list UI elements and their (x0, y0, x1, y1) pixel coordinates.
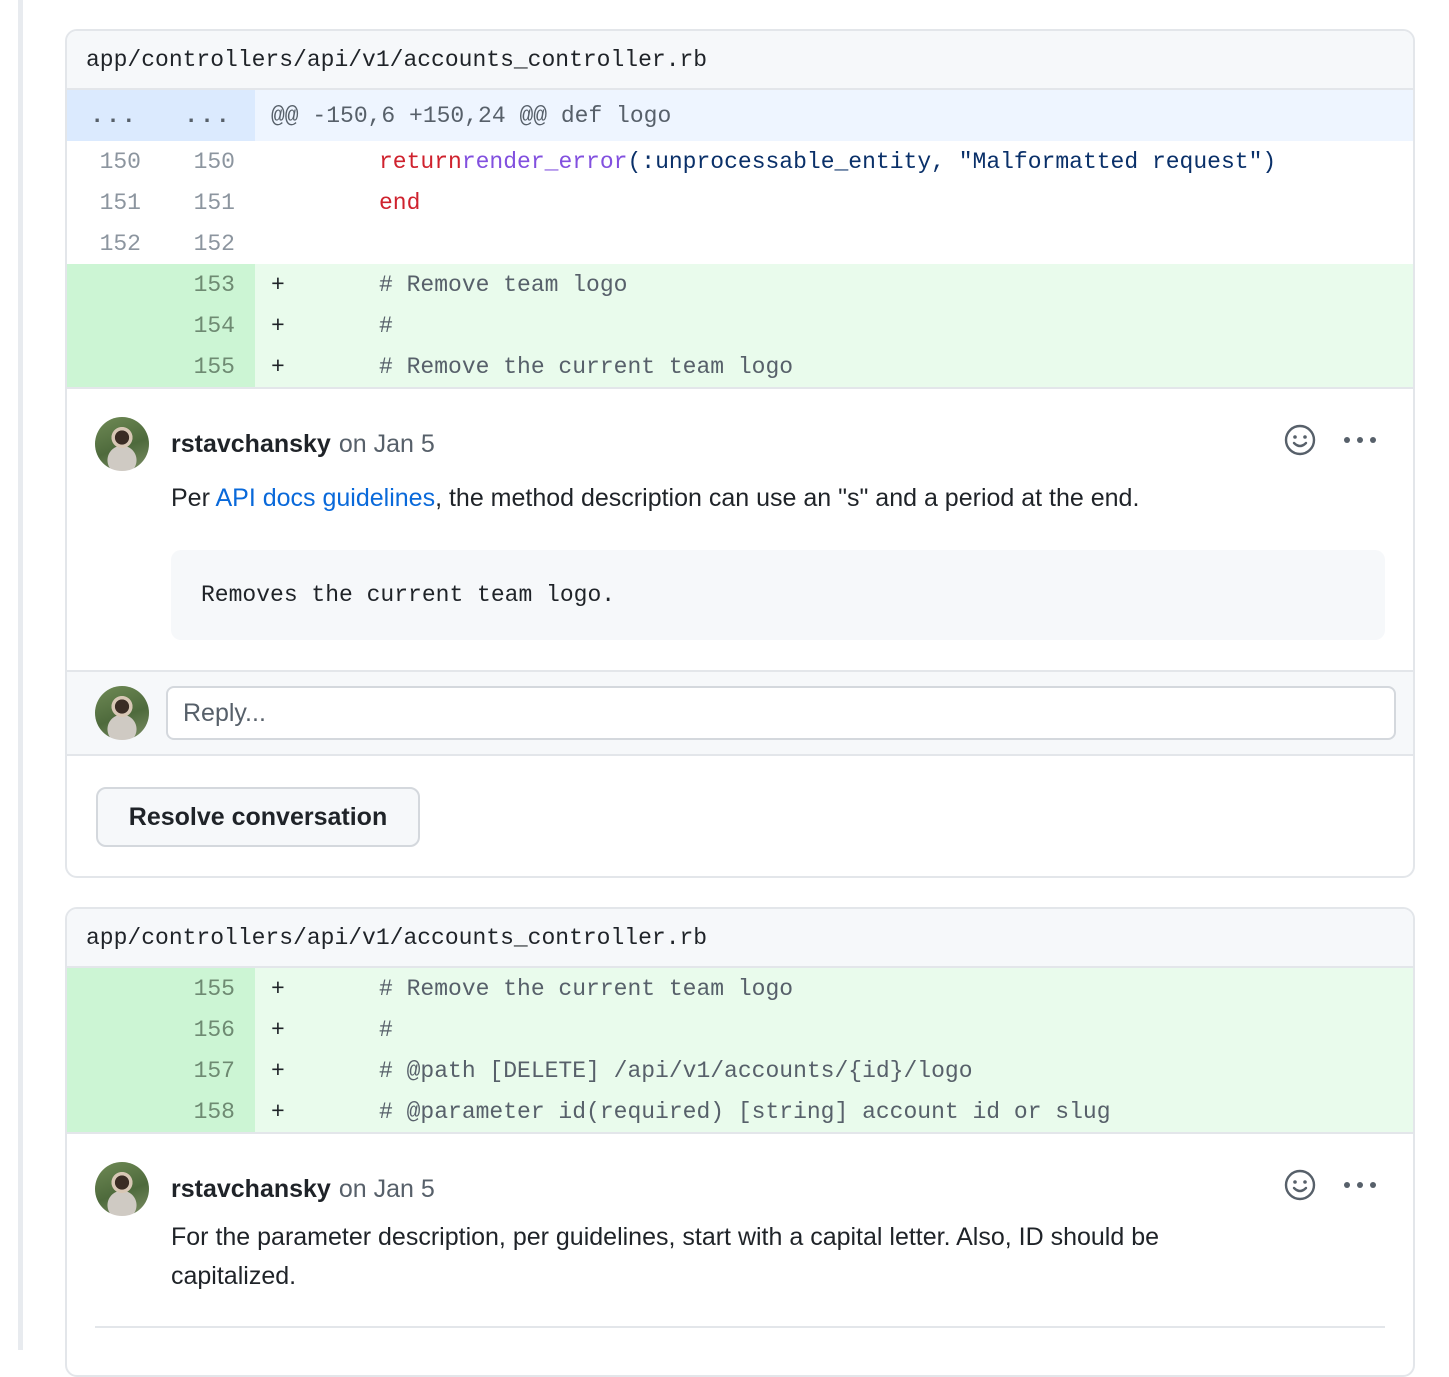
diff-table: ... ... @@ -150,6 +150,24 @@ def logo 15… (67, 90, 1413, 387)
file-path-link[interactable]: app/controllers/api/v1/accounts_controll… (86, 47, 707, 73)
comment-timestamp[interactable]: on Jan 5 (339, 430, 435, 459)
review-comment: rstavchansky on Jan 5 Per API docs guide… (67, 387, 1413, 640)
diff-row-added: 158 + # @parameter id(required) [string] … (67, 1091, 1413, 1132)
new-line-number[interactable]: 150 (161, 141, 255, 182)
old-line-number (67, 264, 161, 305)
old-line-number (67, 1009, 161, 1050)
comment-header: rstavchansky on Jan 5 (95, 417, 1385, 471)
diff-row: 152 152 (67, 223, 1413, 264)
review-comment: rstavchansky on Jan 5 For the parameter … (67, 1132, 1413, 1328)
file-path-link[interactable]: app/controllers/api/v1/accounts_controll… (86, 925, 707, 951)
avatar[interactable] (95, 686, 149, 740)
comment-author[interactable]: rstavchansky (171, 430, 331, 459)
comment-text: Per API docs guidelines, the method desc… (171, 484, 1140, 512)
expand-up-button[interactable]: ... (67, 90, 161, 141)
new-line-number[interactable]: 156 (161, 1009, 255, 1050)
new-line-number[interactable]: 158 (161, 1091, 255, 1132)
code-line: + # Remove the current team logo (255, 968, 1413, 1009)
comment-text-line: capitalized. (171, 1262, 297, 1290)
diff-row-added: 153 + # Remove team logo (67, 264, 1413, 305)
file-header: app/controllers/api/v1/accounts_controll… (67, 31, 1413, 90)
code-line (255, 223, 1413, 264)
old-line-number[interactable]: 152 (67, 223, 161, 264)
reply-input[interactable] (166, 686, 1396, 740)
code-line: + # Remove team logo (255, 264, 1413, 305)
diff-table: 155 + # Remove the current team logo 156 … (67, 968, 1413, 1132)
code-line: + # (255, 1009, 1413, 1050)
new-line-number[interactable]: 151 (161, 182, 255, 223)
avatar[interactable] (95, 417, 149, 471)
comment-text-line: For the parameter description, per guide… (171, 1223, 1160, 1251)
file-header: app/controllers/api/v1/accounts_controll… (67, 909, 1413, 968)
diff-row: 151 151 end (67, 182, 1413, 223)
smiley-icon[interactable] (1283, 423, 1317, 457)
divider (95, 1326, 1385, 1328)
old-line-number (67, 305, 161, 346)
resolve-area: Resolve conversation (67, 756, 1413, 847)
diff-row-added: 156 + # (67, 1009, 1413, 1050)
comment-actions (1283, 1168, 1377, 1202)
hunk-header-row: ... ... @@ -150,6 +150,24 @@ def logo (67, 90, 1413, 141)
review-thread: app/controllers/api/v1/accounts_controll… (65, 29, 1415, 878)
timeline-rail (18, 0, 23, 1350)
code-line: + # (255, 305, 1413, 346)
expand-down-button[interactable]: ... (161, 90, 255, 141)
new-line-number[interactable]: 152 (161, 223, 255, 264)
code-line: + # Remove the current team logo (255, 346, 1413, 387)
old-line-number (67, 968, 161, 1009)
code-line: end (255, 182, 1413, 223)
kebab-horizontal-icon[interactable] (1343, 435, 1377, 445)
old-line-number (67, 1091, 161, 1132)
smiley-icon[interactable] (1283, 1168, 1317, 1202)
comment-actions (1283, 423, 1377, 457)
comment-body: Per API docs guidelines, the method desc… (171, 479, 1385, 640)
code-line: + # @path [DELETE] /api/v1/accounts/{id}/… (255, 1050, 1413, 1091)
old-line-number (67, 1050, 161, 1091)
diff-row-added: 157 + # @path [DELETE] /api/v1/accounts/{… (67, 1050, 1413, 1091)
kebab-horizontal-icon[interactable] (1343, 1180, 1377, 1190)
diff-row-added: 155 + # Remove the current team logo (67, 968, 1413, 1009)
code-line: + # @parameter id(required) [string] acco… (255, 1091, 1413, 1132)
code-line: return render_error (:unprocessable_entit… (255, 141, 1413, 182)
code-block: Removes the current team logo. (171, 550, 1385, 640)
new-line-number[interactable]: 155 (161, 968, 255, 1009)
comment-body: For the parameter description, per guide… (171, 1218, 1385, 1296)
comment-header: rstavchansky on Jan 5 (95, 1162, 1385, 1216)
old-line-number[interactable]: 150 (67, 141, 161, 182)
old-line-number (67, 346, 161, 387)
comment-timestamp[interactable]: on Jan 5 (339, 1175, 435, 1204)
hunk-header-text: @@ -150,6 +150,24 @@ def logo (255, 90, 1413, 141)
new-line-number[interactable]: 153 (161, 264, 255, 305)
new-line-number[interactable]: 154 (161, 305, 255, 346)
resolve-conversation-button[interactable]: Resolve conversation (96, 787, 420, 847)
api-docs-guidelines-link[interactable]: API docs guidelines (215, 484, 435, 512)
diff-row-added: 155 + # Remove the current team logo (67, 346, 1413, 387)
review-thread: app/controllers/api/v1/accounts_controll… (65, 907, 1415, 1377)
diff-row: 150 150 return render_error (:unprocessab… (67, 141, 1413, 182)
new-line-number[interactable]: 155 (161, 346, 255, 387)
new-line-number[interactable]: 157 (161, 1050, 255, 1091)
reply-bar (67, 670, 1413, 756)
old-line-number[interactable]: 151 (67, 182, 161, 223)
comment-author[interactable]: rstavchansky (171, 1175, 331, 1204)
diff-row-added: 154 + # (67, 305, 1413, 346)
avatar[interactable] (95, 1162, 149, 1216)
